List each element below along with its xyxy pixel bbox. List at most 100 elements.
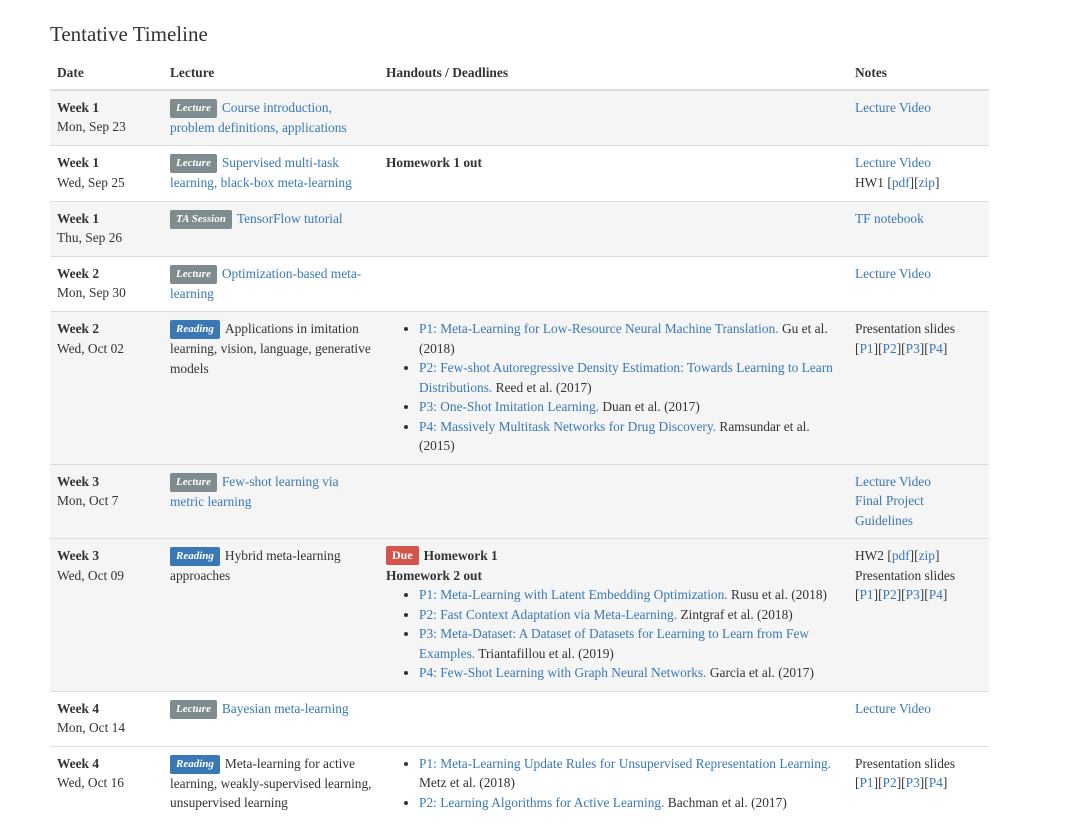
handouts-cell: [379, 200, 848, 256]
date-cell: Week 4 Wed, Oct 16: [50, 745, 163, 821]
paper-list: P1: Meta-Learning with Latent Embedding …: [386, 585, 842, 683]
timeline-table: Date Lecture Handouts / Deadlines Notes …: [50, 58, 989, 821]
slides-links: [P1][P2][P3][P4]: [855, 775, 948, 790]
handouts-cell: [379, 255, 848, 312]
date-label: Wed, Oct 16: [57, 775, 124, 790]
notes-cell: Presentation slides [P1][P2][P3][P4]: [848, 745, 989, 821]
hw-links: HW1 [pdf][zip]: [855, 175, 939, 190]
hw-pdf-link[interactable]: pdf: [892, 548, 910, 563]
paper-link[interactable]: P4: Massively Multitask Networks for Dru…: [419, 419, 716, 434]
paper-authors: Rusu et al. (2018): [727, 587, 827, 602]
table-row: Week 3 Wed, Oct 09 Reading Hybrid meta-le…: [50, 538, 989, 691]
hw-zip-link[interactable]: zip: [919, 548, 935, 563]
paper-link[interactable]: P2: Few-shot Autoregressive Density Esti…: [419, 360, 833, 395]
lecture-cell: Lecture Bayesian meta-learning: [163, 690, 379, 746]
paper-link[interactable]: P1: Meta-Learning Update Rules for Unsup…: [419, 756, 831, 771]
slides-links: [P1][P2][P3][P4]: [855, 340, 948, 356]
notes-cell: TF notebook: [848, 200, 989, 256]
date-label: Mon, Oct 14: [57, 720, 126, 735]
week-label: Week 1: [57, 155, 100, 170]
slide-link-p2[interactable]: P2: [883, 775, 897, 790]
col-header-date: Date: [50, 58, 163, 91]
slide-link-p1[interactable]: P1: [859, 341, 873, 356]
tf-notebook-link[interactable]: TF notebook: [855, 209, 983, 229]
slide-link-p1[interactable]: P1: [859, 587, 873, 602]
hw-pdf-link[interactable]: pdf: [892, 175, 910, 190]
paper-list: P1: Meta-Learning Update Rules for Unsup…: [386, 754, 842, 813]
due-item: Homework 1: [423, 548, 498, 563]
paper-item: P2: Learning Algorithms for Active Learn…: [419, 793, 842, 813]
lecture-cell: Lecture Optimization-based meta-learning: [163, 255, 379, 312]
lecture-cell: Lecture Supervised multi-task learning, b…: [163, 145, 379, 201]
paper-item: P3: One-Shot Imitation Learning. Duan et…: [419, 397, 842, 417]
paper-link[interactable]: P3: One-Shot Imitation Learning.: [419, 399, 599, 414]
paper-link[interactable]: P2: Fast Context Adaptation via Meta-Lea…: [419, 607, 677, 622]
slide-link-p3[interactable]: P3: [906, 587, 920, 602]
slide-link-p2[interactable]: P2: [883, 341, 897, 356]
table-row: Week 1 Thu, Sep 26 TA Session TensorFlow …: [50, 200, 989, 256]
notes-cell: Lecture Video Final Project Guidelines: [848, 463, 989, 539]
lecture-video-link[interactable]: Lecture Video: [855, 264, 983, 284]
table-row: Week 2 Mon, Sep 30 Lecture Optimization-b…: [50, 255, 989, 312]
lecture-badge: Lecture: [170, 472, 217, 492]
notes-cell: HW2 [pdf][zip] Presentation slides [P1][…: [848, 538, 989, 691]
slide-link-p2[interactable]: P2: [883, 587, 897, 602]
reading-badge: Reading: [170, 320, 220, 339]
paper-item: P3: Meta-Dataset: A Dataset of Datasets …: [419, 624, 842, 663]
slide-link-p4[interactable]: P4: [929, 341, 943, 356]
col-header-handouts: Handouts / Deadlines: [379, 58, 848, 91]
week-label: Week 1: [57, 210, 100, 226]
paper-link[interactable]: P2: Learning Algorithms for Active Learn…: [419, 795, 664, 810]
slide-link-p4[interactable]: P4: [929, 587, 943, 602]
timeline-table-wrap: Date Lecture Handouts / Deadlines Notes …: [50, 58, 989, 821]
paper-list: P1: Meta-Learning for Low-Resource Neura…: [386, 319, 842, 456]
handouts-cell: P1: Meta-Learning for Low-Resource Neura…: [379, 311, 848, 464]
hw-links: HW2 [pdf][zip]: [855, 546, 983, 566]
paper-link[interactable]: P1: Meta-Learning with Latent Embedding …: [419, 587, 728, 602]
date-cell: Week 2 Mon, Sep 30: [50, 255, 163, 312]
slide-link-p4[interactable]: P4: [929, 775, 943, 790]
lecture-link[interactable]: TensorFlow tutorial: [237, 211, 343, 226]
paper-link[interactable]: P4: Few-Shot Learning with Graph Neural …: [419, 665, 706, 680]
handout-text: Homework 1 out: [386, 155, 482, 170]
paper-link[interactable]: P1: Meta-Learning for Low-Resource Neura…: [419, 321, 779, 336]
lecture-cell: Reading Hybrid meta-learning approaches: [163, 538, 379, 691]
date-cell: Week 3 Mon, Oct 7: [50, 463, 163, 539]
paper-item: P1: Meta-Learning with Latent Embedding …: [419, 585, 842, 605]
week-label: Week 3: [57, 473, 100, 489]
handouts-cell: [379, 463, 848, 539]
slides-label: Presentation slides: [855, 321, 956, 336]
date-label: Wed, Oct 09: [57, 567, 124, 583]
lecture-video-link[interactable]: Lecture Video: [855, 98, 983, 118]
paper-item: P1: Meta-Learning Update Rules for Unsup…: [419, 754, 842, 793]
lecture-cell: Lecture Few-shot learning via metric lear…: [163, 463, 379, 539]
final-project-guidelines-link[interactable]: Final Project Guidelines: [855, 491, 983, 530]
paper-authors: Reed et al. (2017): [492, 379, 592, 395]
lecture-video-link[interactable]: Lecture Video: [855, 699, 983, 719]
hw-zip-link[interactable]: zip: [919, 175, 935, 190]
hw-close-bracket: ]: [934, 174, 940, 190]
table-row: Week 1 Mon, Sep 23 Lecture Course introdu…: [50, 89, 989, 146]
notes-cell: Lecture Video HW1 [pdf][zip]: [848, 145, 989, 201]
slide-link-p3[interactable]: P3: [906, 341, 920, 356]
hw-label: HW1 [: [855, 174, 892, 190]
week-label: Week 4: [57, 700, 100, 716]
paper-item: P2: Few-shot Autoregressive Density Esti…: [419, 358, 842, 397]
notes-cell: Lecture Video: [848, 89, 989, 146]
lecture-badge: Lecture: [170, 98, 217, 118]
slide-link-p1[interactable]: P1: [859, 775, 873, 790]
slide-link-p3[interactable]: P3: [906, 775, 920, 790]
date-label: Mon, Sep 30: [57, 285, 126, 300]
lecture-link[interactable]: Bayesian meta-learning: [222, 701, 349, 716]
header-row: Date Lecture Handouts / Deadlines Notes: [50, 58, 989, 91]
week-label: Week 4: [57, 755, 100, 771]
lecture-video-link[interactable]: Lecture Video: [855, 153, 983, 173]
hw-close-bracket: ]: [934, 548, 940, 563]
lecture-video-link[interactable]: Lecture Video: [855, 472, 983, 492]
lecture-badge: Lecture: [170, 699, 217, 719]
hw-separator: ][: [909, 174, 919, 190]
handouts-cell: Homework 1 out: [379, 145, 848, 201]
lecture-cell: Reading Meta-learning for active learning…: [163, 745, 379, 821]
paper-authors: Metz et al. (2018): [419, 775, 515, 790]
lecture-cell: TA Session TensorFlow tutorial: [163, 200, 379, 256]
